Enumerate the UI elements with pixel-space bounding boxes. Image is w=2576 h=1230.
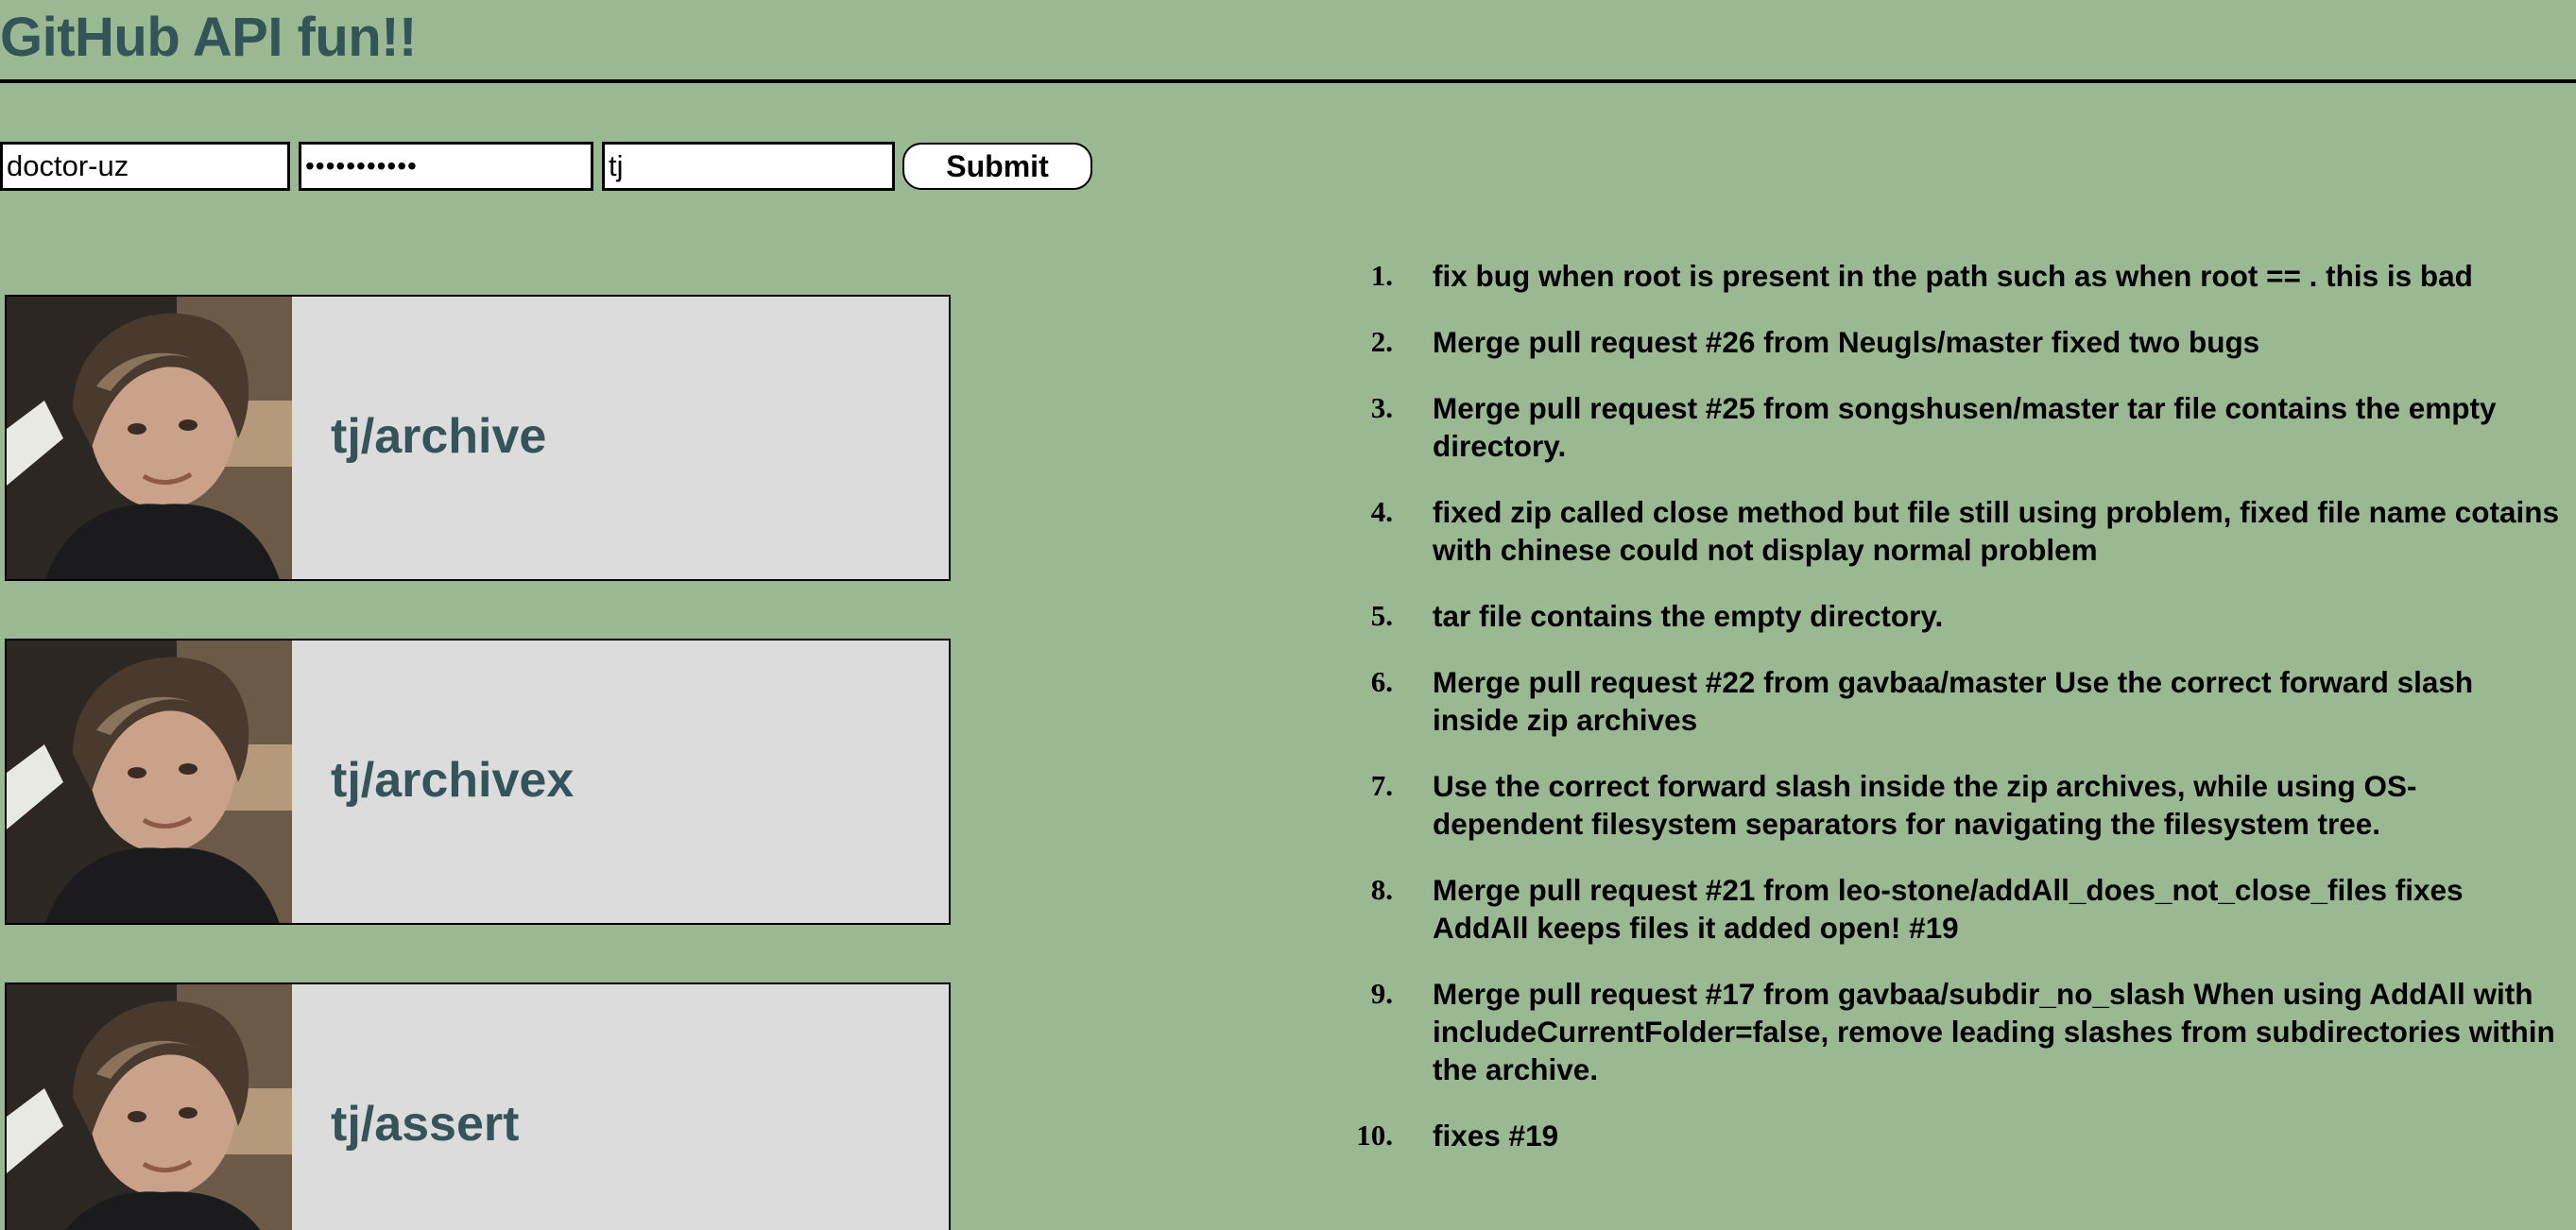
commit-item: 4. fixed zip called close method but fil… [1342,493,2561,569]
commit-number: 2. [1370,325,1393,358]
commit-message: Merge pull request #25 from songshusen/m… [1433,391,2497,463]
commit-message: Merge pull request #26 from Neugls/maste… [1433,325,2260,359]
commit-number: 6. [1370,665,1393,698]
commit-message: fixed zip called close method but file s… [1433,495,2559,567]
commit-list: 1. fix bug when root is present in the p… [1342,257,2561,1183]
commit-item: 9. Merge pull request #17 from gavbaa/su… [1342,975,2561,1088]
commit-message: Merge pull request #21 from leo-stone/ad… [1433,873,2464,945]
commit-number: 9. [1370,977,1393,1010]
commit-number: 7. [1370,769,1393,802]
commit-message: Use the correct forward slash inside the… [1433,769,2417,841]
avatar [7,984,292,1230]
commit-number: 4. [1370,495,1393,528]
page: GitHub API fun!! Submit tj/archive [0,0,2576,1230]
repo-name[interactable]: tj/assert [331,1096,519,1153]
commit-message: fix bug when root is present in the path… [1433,259,2473,293]
commit-item: 10. fixes #19 [1342,1117,2561,1154]
repo-card[interactable]: tj/archive [5,295,951,581]
commit-item: 8. Merge pull request #21 from leo-stone… [1342,871,2561,947]
commit-number: 5. [1370,599,1393,632]
commit-message: Merge pull request #22 from gavbaa/maste… [1433,665,2474,737]
page-header: GitHub API fun!! [0,0,2576,83]
commit-item: 5. tar file contains the empty directory… [1342,597,2561,635]
commit-number: 3. [1370,391,1393,424]
repo-name[interactable]: tj/archivex [331,752,574,809]
commit-message: fixes #19 [1433,1119,1559,1153]
password-input[interactable] [299,142,593,191]
user-query-input[interactable] [602,142,895,191]
page-title: GitHub API fun!! [0,7,417,68]
repo-card[interactable]: tj/archivex [5,639,951,925]
username-input[interactable] [0,142,290,191]
avatar [7,297,292,579]
commit-number: 1. [1370,259,1393,292]
avatar [7,641,292,923]
submit-button[interactable]: Submit [902,143,1092,190]
commit-number: 8. [1370,873,1393,906]
commit-item: 1. fix bug when root is present in the p… [1342,257,2561,295]
commit-message: tar file contains the empty directory. [1433,599,1944,633]
repo-card[interactable]: tj/assert [5,982,951,1230]
commit-number: 10. [1356,1119,1393,1152]
commit-item: 6. Merge pull request #22 from gavbaa/ma… [1342,663,2561,739]
commit-message: Merge pull request #17 from gavbaa/subdi… [1433,977,2555,1086]
commit-item: 2. Merge pull request #26 from Neugls/ma… [1342,323,2561,361]
commit-item: 7. Use the correct forward slash inside … [1342,767,2561,843]
repo-name[interactable]: tj/archive [331,408,546,465]
commit-item: 3. Merge pull request #25 from songshuse… [1342,389,2561,465]
